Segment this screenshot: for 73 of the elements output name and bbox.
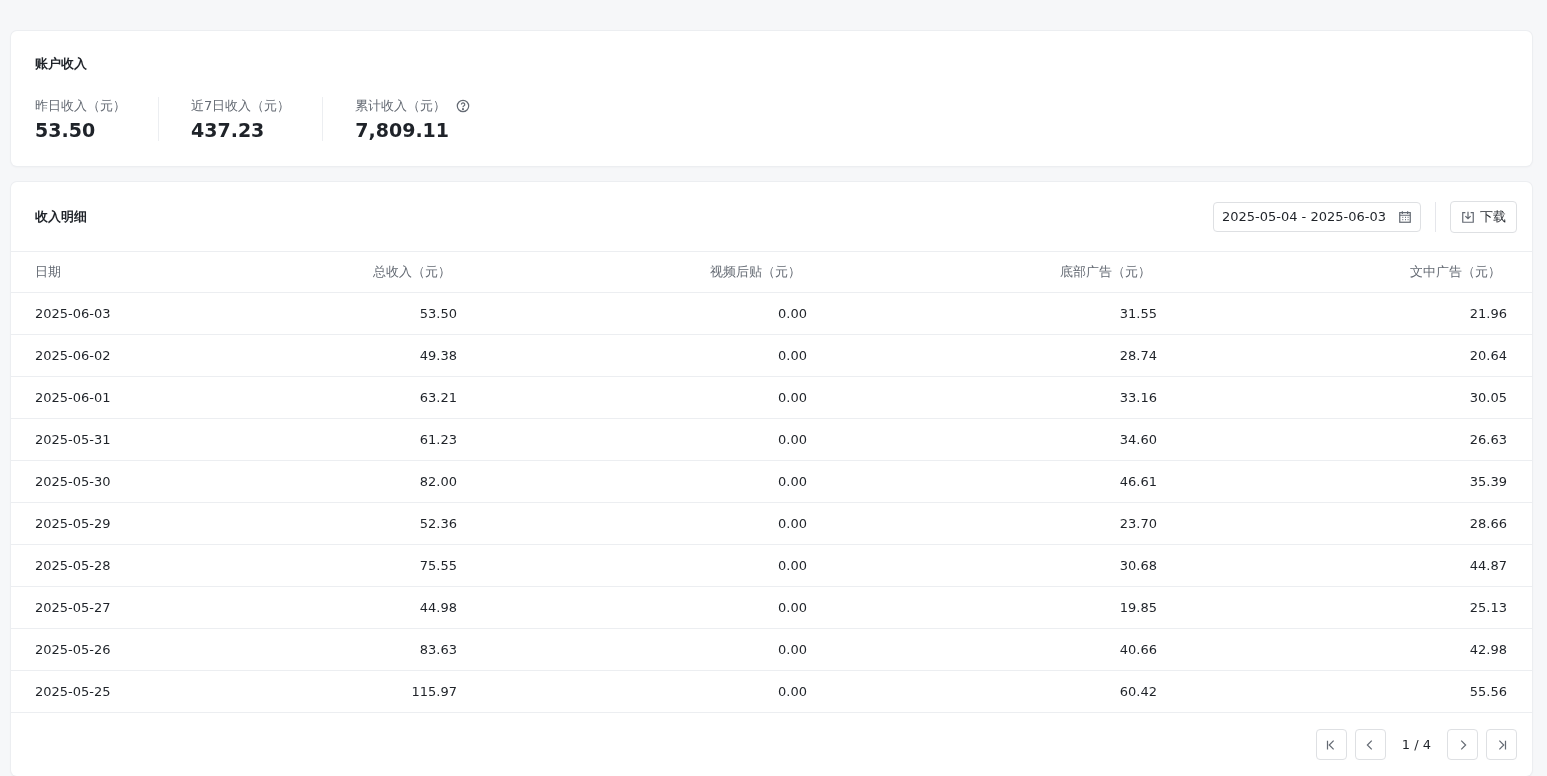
table-cell-text: 2025-06-03 [35, 306, 112, 321]
table-cell-text: 42.98 [1468, 642, 1507, 657]
table-cell-text: 0.00 [777, 390, 807, 405]
table-cell-text: 21.96 [1468, 306, 1507, 321]
stat-value: 7,809.11 [355, 119, 451, 141]
table-cell-text: 2025-05-27 [35, 600, 112, 615]
table-cell-text: 2025-05-31 [35, 432, 112, 447]
table-cell-text: 34.60 [1118, 432, 1157, 447]
stat-value: 437.23 [191, 119, 266, 141]
first-page-button[interactable] [1315, 729, 1347, 760]
table-cell-text: 60.42 [1118, 684, 1157, 699]
table-cell-text: 0.00 [777, 516, 807, 531]
table-cell-text: 46.61 [1118, 474, 1157, 489]
stat-value: 53.50 [35, 119, 97, 141]
page-indicator: 1 / 4 [1400, 737, 1432, 752]
table-cell-text: 0.00 [777, 348, 807, 363]
table-cell-text: 30.68 [1118, 558, 1157, 573]
table-cell-text: 52.36 [418, 516, 457, 531]
table-cell-text: 35.39 [1468, 474, 1507, 489]
download-button[interactable]: 下载 [1450, 200, 1517, 233]
table-cell-text: 31.55 [1118, 306, 1157, 321]
card-title: 账户收入 [35, 55, 88, 73]
table-cell-text: 53.50 [418, 306, 457, 321]
table-cell-text: 0.00 [777, 432, 807, 447]
table-cell-text: 40.66 [1118, 642, 1157, 657]
table-cell-text: 0.00 [777, 474, 807, 489]
help-icon [456, 99, 471, 113]
table-cell-text: 28.66 [1468, 516, 1507, 531]
table-cell-text: 0.00 [777, 642, 807, 657]
date-range-field[interactable]: 2025-05-04 - 2025-06-03 [1212, 201, 1421, 232]
table-cell-text: 2025-05-28 [35, 558, 112, 573]
table-cell-text: 2025-05-30 [35, 474, 112, 489]
card-title: 收入明细 [35, 207, 87, 226]
table-cell-text: 28.74 [1118, 348, 1157, 363]
column-header: 日期 [35, 263, 62, 281]
column-header: 底部广告（元） [1059, 263, 1152, 281]
table-cell-text: 44.98 [418, 600, 457, 615]
table-cell-text: 49.38 [418, 348, 457, 363]
table-cell-text: 82.00 [418, 474, 457, 489]
table-cell-text: 0.00 [777, 558, 807, 573]
table-cell-text: 2025-06-01 [35, 390, 112, 405]
calendar-icon [1398, 209, 1412, 224]
table-cell-text: 0.00 [777, 684, 807, 699]
table-cell-text: 23.70 [1118, 516, 1157, 531]
table-cell-text: 0.00 [777, 306, 807, 321]
table-cell-text: 55.56 [1468, 684, 1507, 699]
table-cell-text: 2025-06-02 [35, 348, 112, 363]
stat-label: 近7日收入（元） [191, 97, 291, 115]
prev-page-button[interactable] [1354, 729, 1386, 760]
column-header: 总收入（元） [372, 263, 452, 281]
download-icon [1461, 209, 1475, 224]
stat-label: 累计收入（元） [355, 97, 447, 115]
table-cell-text: 30.05 [1468, 390, 1507, 405]
table-cell-text: 2025-05-29 [35, 516, 112, 531]
table-cell-text: 115.97 [410, 684, 457, 699]
table-cell-text: 75.55 [418, 558, 457, 573]
table-cell-text: 19.85 [1118, 600, 1157, 615]
table-cell-text: 63.21 [418, 390, 457, 405]
table-cell-text: 2025-05-26 [35, 642, 112, 657]
table-cell-text: 20.64 [1468, 348, 1507, 363]
table-cell-text: 26.63 [1468, 432, 1507, 447]
table-cell-text: 2025-05-25 [35, 684, 112, 699]
column-header: 视频后贴（元） [709, 263, 802, 281]
table-cell-text: 25.13 [1468, 600, 1507, 615]
table-cell-text: 0.00 [777, 600, 807, 615]
table-cell-text: 44.87 [1468, 558, 1507, 573]
next-page-button[interactable] [1447, 729, 1478, 760]
column-header: 文中广告（元） [1409, 263, 1502, 281]
table-cell-text: 61.23 [418, 432, 457, 447]
table-cell-text: 33.16 [1118, 390, 1157, 405]
table-cell-text: 83.63 [418, 642, 457, 657]
stat-label: 昨日收入（元） [35, 97, 126, 115]
last-page-button[interactable] [1486, 729, 1517, 760]
